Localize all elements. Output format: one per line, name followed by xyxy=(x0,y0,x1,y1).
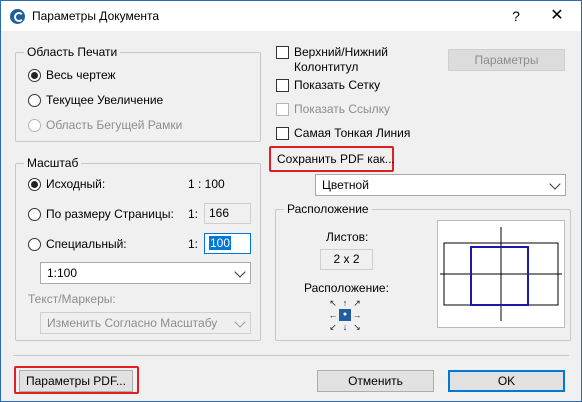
pdf-settings-button[interactable]: Параметры PDF... xyxy=(19,370,133,392)
radio-label: Область Бегущей Рамки xyxy=(46,118,183,132)
color-mode-dropdown[interactable]: Цветной xyxy=(315,174,566,196)
custom-scale-value: 100 xyxy=(209,236,232,250)
archicad-icon xyxy=(10,9,25,24)
arrow-down-left-icon[interactable]: ↙ xyxy=(327,321,339,333)
text-markers-value: Изменить Согласно Масштабу xyxy=(47,316,218,330)
radio-button[interactable] xyxy=(28,93,41,107)
radio-fit-to-page[interactable]: По размеру Страницы: xyxy=(28,205,174,223)
text-markers-dropdown: Изменить Согласно Масштабу xyxy=(40,312,251,334)
radio-label: Специальный: xyxy=(46,237,127,251)
radio-label: Весь чертеж xyxy=(46,68,116,82)
arrow-up-left-icon[interactable]: ↖ xyxy=(327,297,339,309)
radio-label: Текущее Увеличение xyxy=(46,93,164,107)
ok-button[interactable]: OK xyxy=(448,370,565,392)
radio-custom-scale[interactable]: Специальный: xyxy=(28,235,127,253)
scale-dropdown-value: 1:100 xyxy=(47,266,78,280)
fit-scale-prefix: 1: xyxy=(188,207,199,221)
help-button[interactable]: ? xyxy=(506,6,526,26)
document-settings-dialog: Параметры Документа ? ✕ Область Печати В… xyxy=(0,0,582,402)
thinnest-line-option[interactable]: Самая Тонкая Линия xyxy=(276,124,410,142)
radio-button[interactable] xyxy=(28,237,41,251)
print-area-title: Область Печати xyxy=(24,45,121,59)
window-title: Параметры Документа xyxy=(32,9,160,23)
footer-separator xyxy=(13,355,569,356)
show-grid-option[interactable]: Показать Сетку xyxy=(276,76,380,94)
scale-group: Масштаб Исходный: 1 : 100 По размеру Стр… xyxy=(15,156,261,341)
text-markers-label: Текст/Маркеры: xyxy=(28,292,116,306)
radio-marquee-area: Область Бегущей Рамки xyxy=(28,116,182,134)
radio-button[interactable] xyxy=(28,68,41,82)
radio-button xyxy=(28,118,41,132)
custom-scale-field[interactable]: 100 xyxy=(204,233,251,254)
header-footer-checkbox[interactable] xyxy=(276,46,289,59)
thinnest-line-checkbox[interactable] xyxy=(276,126,289,140)
radio-label: По размеру Страницы: xyxy=(46,207,174,221)
radio-whole-drawing[interactable]: Весь чертеж xyxy=(28,66,116,84)
scale-title: Масштаб xyxy=(24,156,82,170)
placement-title: Расположение xyxy=(284,202,372,216)
custom-scale-prefix: 1: xyxy=(188,237,199,251)
thinnest-line-label: Самая Тонкая Линия xyxy=(294,126,411,140)
sheets-value: 2 x 2 xyxy=(320,249,373,270)
sheets-label: Листов: xyxy=(326,230,369,244)
fit-scale-field: 166 xyxy=(204,203,251,224)
radio-original-scale[interactable]: Исходный: xyxy=(28,175,105,193)
radio-label: Исходный: xyxy=(46,177,106,191)
arrow-right-icon[interactable]: → xyxy=(351,309,363,321)
print-area-group: Область Печати Весь чертеж Текущее Увели… xyxy=(15,45,261,142)
chevron-down-icon xyxy=(549,178,561,190)
show-reference-label: Показать Ссылку xyxy=(294,102,391,116)
save-pdf-as-link[interactable]: Сохранить PDF как... xyxy=(277,152,395,166)
radio-current-zoom[interactable]: Текущее Увеличение xyxy=(28,91,163,109)
header-footer-option[interactable]: Верхний/Нижний Колонтитул xyxy=(276,45,406,74)
position-selector[interactable]: ↖ ↑ ↗ ← ● → ↙ ↓ ↘ xyxy=(327,297,363,333)
close-button[interactable]: ✕ xyxy=(547,6,567,26)
show-reference-option: Показать Ссылку xyxy=(276,100,390,118)
color-mode-value: Цветной xyxy=(322,178,369,192)
show-grid-checkbox[interactable] xyxy=(276,78,289,92)
chevron-down-icon xyxy=(234,316,246,328)
center-position-icon[interactable]: ● xyxy=(339,309,351,321)
original-scale-value: 1 : 100 xyxy=(188,177,225,191)
header-footer-settings-button: Параметры xyxy=(448,49,565,71)
page-layout-preview xyxy=(437,220,565,328)
arrow-down-right-icon[interactable]: ↘ xyxy=(351,321,363,333)
arrow-up-right-icon[interactable]: ↗ xyxy=(351,297,363,309)
chevron-down-icon xyxy=(234,266,246,278)
show-reference-checkbox xyxy=(276,102,289,116)
arrow-up-icon[interactable]: ↑ xyxy=(339,297,351,309)
position-label: Расположение: xyxy=(304,281,389,295)
show-grid-label: Показать Сетку xyxy=(294,78,381,92)
cancel-button[interactable]: Отменить xyxy=(317,370,434,392)
header-footer-label: Верхний/Нижний Колонтитул xyxy=(294,45,389,74)
arrow-down-icon[interactable]: ↓ xyxy=(339,321,351,333)
arrow-left-icon[interactable]: ← xyxy=(327,309,339,321)
radio-button[interactable] xyxy=(28,177,41,191)
scale-dropdown[interactable]: 1:100 xyxy=(40,262,251,284)
title-bar: Параметры Документа ? ✕ xyxy=(1,1,581,31)
layout-preview-graphic xyxy=(440,227,562,321)
radio-button[interactable] xyxy=(28,207,41,221)
